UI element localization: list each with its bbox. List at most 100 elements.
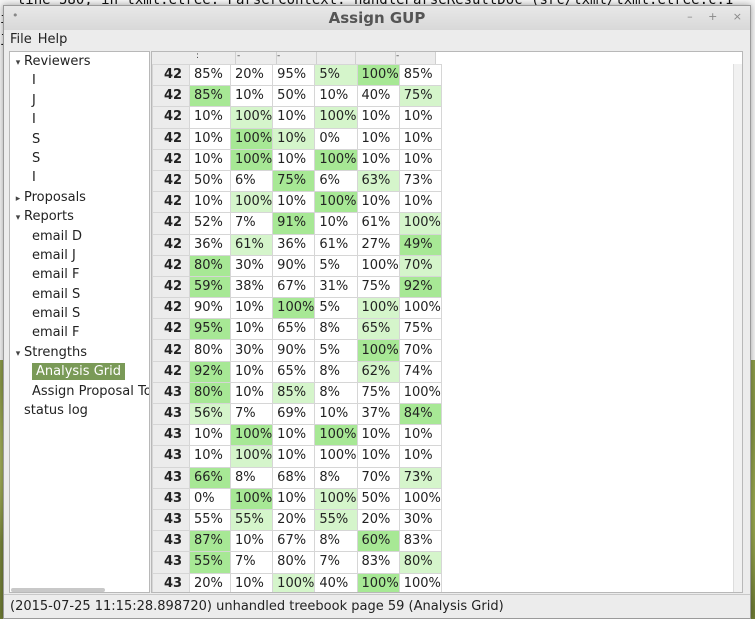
grid-cell[interactable]: 55%: [229, 508, 274, 532]
grid-cell[interactable]: 100%: [229, 127, 274, 150]
grid-cell[interactable]: 61%: [314, 233, 358, 256]
row-label[interactable]: 42: [152, 148, 190, 171]
grid-cell[interactable]: 85%: [189, 63, 231, 87]
tree-item[interactable]: status log: [10, 401, 149, 420]
grid-cell[interactable]: 80%: [398, 551, 442, 574]
row-label[interactable]: 43: [152, 445, 190, 468]
analysis-grid[interactable]: :--- 42 85% 20% 95% 5% 100% 85% 42 85% 10% 50% 10% 4…: [151, 51, 743, 593]
grid-cell[interactable]: 10%: [229, 297, 274, 320]
grid-cell[interactable]: 8%: [229, 466, 274, 489]
row-label[interactable]: 42: [152, 254, 190, 277]
grid-cell[interactable]: 100%: [398, 212, 442, 235]
grid-cell[interactable]: 100%: [398, 381, 442, 405]
column-header[interactable]: -: [393, 52, 436, 64]
grid-cell[interactable]: 92%: [189, 360, 231, 383]
grid-cell[interactable]: 40%: [356, 85, 400, 108]
grid-cell[interactable]: 75%: [398, 85, 442, 108]
tree-item[interactable]: I: [10, 71, 149, 90]
grid-cell[interactable]: 7%: [314, 551, 358, 574]
grid-cell[interactable]: 61%: [356, 212, 400, 235]
grid-cell[interactable]: 100%: [356, 297, 400, 320]
grid-cell[interactable]: 7%: [229, 212, 274, 235]
grid-cell[interactable]: 80%: [189, 381, 231, 405]
tree-item[interactable]: I: [10, 110, 149, 129]
grid-cell[interactable]: 92%: [398, 275, 442, 299]
grid-cell[interactable]: 10%: [189, 445, 231, 468]
grid-cell[interactable]: 5%: [314, 297, 358, 320]
grid-cell[interactable]: 67%: [272, 275, 316, 299]
row-label[interactable]: 42: [152, 106, 190, 129]
grid-cell[interactable]: 20%: [189, 572, 231, 592]
grid-cell[interactable]: 20%: [229, 63, 274, 87]
row-label[interactable]: 43: [152, 466, 190, 489]
grid-cell[interactable]: 10%: [229, 572, 274, 592]
grid-cell[interactable]: 10%: [356, 424, 400, 447]
tree-item[interactable]: S: [10, 130, 149, 149]
row-label[interactable]: 43: [152, 572, 190, 592]
grid-cell[interactable]: 20%: [272, 508, 316, 532]
row-label[interactable]: 42: [152, 339, 190, 362]
grid-cell[interactable]: 66%: [189, 466, 231, 489]
grid-cell[interactable]: 10%: [356, 445, 400, 468]
grid-cell[interactable]: 100%: [272, 297, 316, 320]
grid-cell[interactable]: 59%: [189, 275, 231, 299]
grid-cell[interactable]: 0%: [314, 127, 358, 150]
window-menu-icon[interactable]: •: [12, 9, 19, 22]
tree-item[interactable]: Analysis Grid: [10, 362, 149, 381]
grid-cell[interactable]: 73%: [398, 169, 442, 193]
grid-cell[interactable]: 62%: [356, 360, 400, 383]
tree-item[interactable]: email D: [10, 227, 149, 246]
grid-cell[interactable]: 30%: [229, 339, 274, 362]
row-label[interactable]: 42: [152, 275, 190, 299]
grid-cell[interactable]: 6%: [229, 169, 274, 193]
grid-cell[interactable]: 55%: [314, 508, 358, 532]
grid-cell[interactable]: 10%: [398, 148, 442, 171]
tree-item[interactable]: ▾ Strengths: [10, 343, 149, 362]
grid-cell[interactable]: 100%: [229, 424, 274, 447]
grid-cell[interactable]: 8%: [314, 381, 358, 405]
grid-cell[interactable]: 100%: [398, 572, 442, 592]
grid-cell[interactable]: 100%: [356, 339, 400, 362]
tree-item[interactable]: email F: [10, 323, 149, 342]
grid-cell[interactable]: 50%: [356, 487, 400, 510]
minimize-icon[interactable]: –: [687, 10, 693, 23]
grid-cell[interactable]: 36%: [189, 233, 231, 256]
grid-cell[interactable]: 100%: [229, 148, 274, 171]
grid-cell[interactable]: 5%: [314, 254, 358, 277]
grid-cell[interactable]: 10%: [314, 85, 358, 108]
grid-cell[interactable]: 8%: [314, 466, 358, 489]
grid-cell[interactable]: 80%: [189, 339, 231, 362]
grid-cell[interactable]: 10%: [229, 85, 274, 108]
grid-cell[interactable]: 100%: [398, 297, 442, 320]
grid-cell[interactable]: 100%: [314, 487, 358, 510]
menu-file[interactable]: File: [4, 30, 34, 48]
grid-cell[interactable]: 83%: [356, 551, 400, 574]
grid-cell[interactable]: 100%: [229, 445, 274, 468]
tree-item[interactable]: S: [10, 149, 149, 168]
grid-cell[interactable]: 10%: [189, 148, 231, 171]
row-label[interactable]: 43: [152, 508, 190, 532]
grid-cell[interactable]: 5%: [314, 339, 358, 362]
grid-cell[interactable]: 10%: [229, 530, 274, 553]
grid-cell[interactable]: 100%: [356, 572, 400, 592]
row-label[interactable]: 43: [152, 487, 190, 510]
row-label[interactable]: 42: [152, 212, 190, 235]
grid-cell[interactable]: 100%: [229, 191, 274, 214]
grid-cell[interactable]: 85%: [189, 85, 231, 108]
grid-cell[interactable]: 65%: [272, 360, 316, 383]
grid-cell[interactable]: 55%: [189, 551, 231, 574]
title-bar[interactable]: • Assign GUP – + ×: [4, 6, 750, 31]
grid-cell[interactable]: 95%: [189, 318, 231, 341]
tree-item[interactable]: J: [10, 91, 149, 110]
row-label[interactable]: 42: [152, 318, 190, 341]
grid-cell[interactable]: 80%: [272, 551, 316, 574]
grid-cell[interactable]: 10%: [356, 148, 400, 171]
grid-cell[interactable]: 100%: [314, 106, 358, 129]
grid-cell[interactable]: 95%: [272, 63, 316, 87]
column-header[interactable]: [353, 52, 396, 64]
grid-cell[interactable]: 91%: [272, 212, 316, 235]
row-label[interactable]: 42: [152, 191, 190, 214]
grid-cell[interactable]: 100%: [272, 572, 316, 592]
row-label[interactable]: 42: [152, 85, 190, 108]
tree-item[interactable]: ▸ Proposals: [10, 188, 149, 207]
